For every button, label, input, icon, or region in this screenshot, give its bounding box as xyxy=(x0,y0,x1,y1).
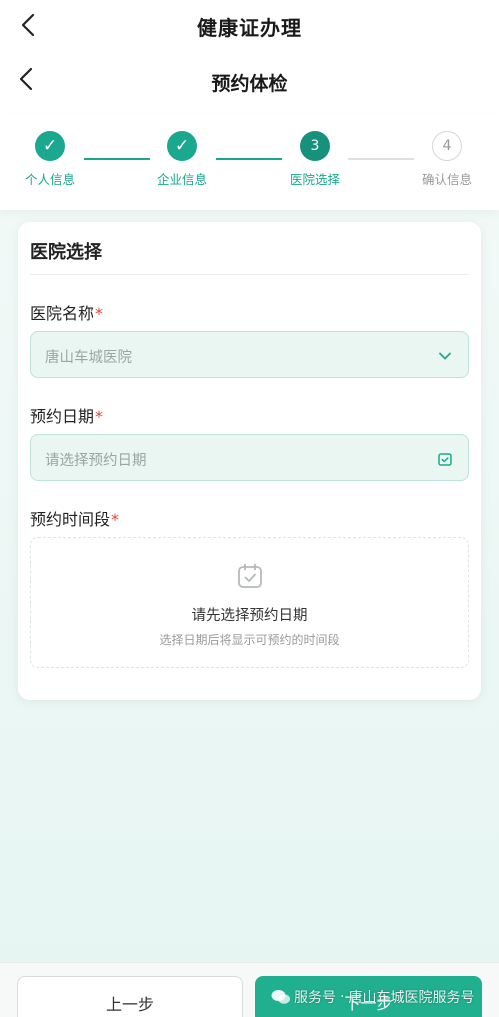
card-title: 医院选择 xyxy=(30,242,102,263)
timeslot-label-text: 预约时间段 xyxy=(30,510,111,529)
progress-stepper: ✓ 个人信息 ✓ 企业信息 3 医院选择 4 确认信息 xyxy=(0,114,499,210)
step-connector xyxy=(216,158,282,160)
watermark-text-1: 服务号 xyxy=(294,990,336,1006)
divider xyxy=(30,274,469,275)
date-label: 预约日期* xyxy=(30,403,103,427)
step-2-label: 企业信息 xyxy=(156,172,207,187)
wechat-icon xyxy=(271,990,290,1004)
app-title: 健康证办理 xyxy=(197,16,302,40)
calendar-check-icon xyxy=(238,563,262,588)
hospital-select-value: 唐山车城医院 xyxy=(45,350,132,366)
watermark-text-2: 唐山车城医院服务号 xyxy=(348,990,475,1006)
step-3-number: 3 xyxy=(300,131,330,161)
required-mark: * xyxy=(95,407,104,426)
hospital-selection-card: 医院选择 医院名称* 唐山车城医院 预约日期* 请选择预约日期 预约时间段* 请… xyxy=(18,222,481,700)
step-connector xyxy=(84,158,150,160)
step-2-check-icon: ✓ xyxy=(167,131,197,161)
step-1-check-icon: ✓ xyxy=(35,131,65,161)
empty-state-hint: 选择日期后将显示可预约的时间段 xyxy=(159,633,340,647)
watermark: 服务号 · 唐山车城医院服务号 xyxy=(271,986,474,1008)
previous-step-label: 上一步 xyxy=(105,995,154,1014)
step-4-label: 确认信息 xyxy=(421,172,472,187)
empty-state-title: 请先选择预约日期 xyxy=(191,608,308,624)
top-nav-bar: 健康证办理 xyxy=(0,0,499,50)
hospital-select[interactable]: 唐山车城医院 xyxy=(30,331,469,378)
date-picker-input[interactable]: 请选择预约日期 xyxy=(30,434,469,481)
step-connector xyxy=(348,158,414,160)
required-mark: * xyxy=(111,510,120,529)
date-label-text: 预约日期 xyxy=(30,407,95,426)
page-title: 预约体检 xyxy=(211,73,288,95)
hospital-name-label: 医院名称* xyxy=(30,300,103,324)
timeslot-empty-state: 请先选择预约日期 选择日期后将显示可预约的时间段 xyxy=(30,537,469,668)
step-4-number: 4 xyxy=(432,131,462,161)
date-picker-placeholder: 请选择预约日期 xyxy=(45,453,147,469)
timeslot-label: 预约时间段* xyxy=(30,506,119,530)
page-nav-bar: 预约体检 xyxy=(0,50,499,114)
previous-step-button[interactable]: 上一步 xyxy=(17,976,243,1017)
step-1-label: 个人信息 xyxy=(24,172,75,187)
calendar-check-icon xyxy=(438,453,452,466)
step-3-label: 医院选择 xyxy=(289,172,340,187)
hospital-name-label-text: 医院名称 xyxy=(30,304,95,323)
watermark-separator: · xyxy=(340,989,345,1005)
required-mark: * xyxy=(95,304,104,323)
chevron-down-icon xyxy=(439,352,451,360)
